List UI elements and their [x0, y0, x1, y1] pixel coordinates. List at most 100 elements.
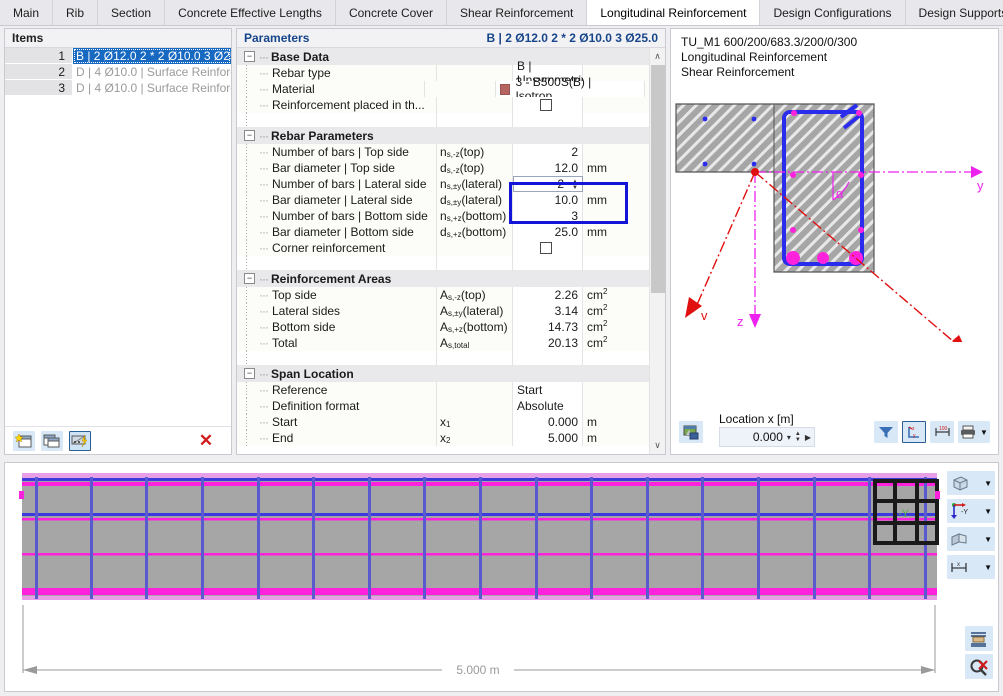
collapse-icon[interactable]: − — [244, 368, 255, 379]
tab-design-supports-deformations[interactable]: Design Supports & Def — [905, 0, 1003, 25]
row-area-total[interactable]: ··· Total As,total 20.13 cm 2 — [237, 335, 649, 351]
row-area-lateral[interactable]: ··· Lateral sides As,±y (lateral) 3.14 cm… — [237, 303, 649, 319]
render-settings-button[interactable] — [679, 421, 703, 443]
row-number-bars-bottom[interactable]: ··· Number of bars | Bottom side n s,+z (b… — [237, 208, 649, 224]
next-location-icon[interactable]: ▶ — [805, 433, 811, 442]
scrollbar-thumb[interactable] — [650, 65, 665, 293]
row-value[interactable]: Start — [513, 382, 583, 398]
parameters-scrollbar[interactable]: ∧ ∨ — [649, 48, 665, 454]
list-item[interactable]: 2 D | 4 Ø10.0 | Surface Reinforce — [5, 64, 231, 80]
row-value[interactable]: 2 — [513, 144, 583, 160]
dimension-line-icon: 100 — [934, 426, 950, 436]
row-bar-diameter-bottom[interactable]: ··· Bar diameter | Bottom side d s,+z (bot… — [237, 224, 649, 240]
list-item[interactable]: 1 B | 2 Ø12.0 2 * 2 Ø10.0 3 Ø25.0 — [5, 48, 231, 64]
collapse-icon[interactable]: − — [244, 51, 255, 62]
tab-main[interactable]: Main — [0, 0, 54, 25]
section-reinforcement-areas[interactable]: − ··· Reinforcement Areas — [237, 270, 649, 287]
svg-text:-Y: -Y — [961, 509, 968, 516]
row-reinforcement-placed-in-thickness[interactable]: ··· Reinforcement placed in th... — [237, 97, 649, 113]
row-corner-reinforcement[interactable]: ··· Corner reinforcement — [237, 240, 649, 256]
render-mode-button[interactable]: ▼ — [947, 527, 995, 551]
row-value[interactable] — [513, 97, 583, 113]
tab-concrete-cover[interactable]: Concrete Cover — [335, 0, 447, 25]
new-item-button[interactable] — [13, 430, 35, 451]
delete-item-button[interactable]: ✕ — [195, 431, 217, 451]
print-dropdown-caret[interactable]: ▼ — [980, 428, 988, 437]
row-material[interactable]: ··· Material 3 - B500S(B) | Isotrop... — [237, 75, 649, 103]
beam-view-panel[interactable]: -Y 5.000 m ▼ -Y ▼ ▼ x ▼ — [4, 462, 999, 692]
beam-3d-canvas[interactable]: -Y 5.000 m — [5, 463, 945, 691]
start-marker — [19, 491, 24, 499]
row-value[interactable]: 10.0 — [513, 192, 583, 208]
scroll-down-icon[interactable]: ∨ — [650, 437, 666, 454]
section-span-location[interactable]: − ··· Span Location — [237, 365, 649, 382]
dimensions-button[interactable]: 100 — [930, 421, 954, 443]
row-bar-diameter-lateral[interactable]: ··· Bar diameter | Lateral side d s,±y (la… — [237, 192, 649, 208]
tab-longitudinal-reinforcement[interactable]: Longitudinal Reinforcement — [587, 0, 761, 25]
list-item-number: 2 — [5, 64, 73, 80]
row-span-start[interactable]: ··· Start x1 0.000 m — [237, 414, 649, 430]
row-value[interactable]: 5.000 — [513, 430, 583, 446]
items-panel: Items 1 B | 2 Ø12.0 2 * 2 Ø10.0 3 Ø25.0 … — [4, 28, 232, 455]
row-area-bottom[interactable]: ··· Bottom side As,+z (bottom) 14.73 cm 2 — [237, 319, 649, 335]
dimension-mode-button[interactable]: x ▼ — [947, 555, 995, 579]
list-item[interactable]: 3 D | 4 Ø10.0 | Surface Reinforce — [5, 80, 231, 96]
dimension-label: 5.000 m — [456, 663, 499, 677]
row-value[interactable]: 25.0 — [513, 224, 583, 240]
axis-system-button[interactable]: -Y ▼ — [947, 499, 995, 523]
row-label: Material — [272, 82, 315, 96]
row-value[interactable]: 3 - B500S(B) | Isotrop... — [495, 75, 645, 103]
row-value[interactable] — [513, 240, 583, 256]
row-value[interactable]: 3 — [513, 208, 583, 224]
chevron-down-icon[interactable]: ▼ — [984, 563, 992, 572]
row-area-top[interactable]: ··· Top side As,-z (top) 2.26 cm 2 — [237, 287, 649, 303]
checkbox[interactable] — [539, 99, 552, 111]
preview-title-line1: TU_M1 600/200/683.3/200/0/300 — [681, 35, 858, 49]
row-symbol — [437, 240, 513, 256]
row-value[interactable]: 12.0 — [513, 160, 583, 176]
row-label: Start — [272, 415, 298, 429]
row-value[interactable]: Absolute — [513, 398, 583, 414]
scroll-up-icon[interactable]: ∧ — [650, 48, 666, 65]
chevron-down-icon[interactable]: ▼ — [984, 479, 992, 488]
cross-section-drawing[interactable]: y z v α — [671, 80, 998, 410]
tab-concrete-effective-lengths[interactable]: Concrete Effective Lengths — [165, 0, 336, 25]
zoom-reset-button[interactable] — [965, 654, 993, 679]
filter-button[interactable] — [874, 421, 898, 443]
chevron-down-icon[interactable]: ▼ — [984, 507, 992, 516]
checkbox[interactable] — [539, 242, 552, 254]
print-button[interactable]: ▼ — [958, 421, 990, 443]
local-axes-button[interactable]: z y — [902, 421, 926, 443]
section-rebar-parameters[interactable]: − ··· Rebar Parameters — [237, 127, 649, 144]
row-unit: cm 2 — [583, 335, 649, 351]
print-view-button[interactable] — [965, 626, 993, 651]
chevron-down-icon[interactable]: ▼ — [984, 535, 992, 544]
row-span-end[interactable]: ··· End x2 5.000 m — [237, 430, 649, 446]
row-unit — [583, 382, 649, 398]
row-label: Rebar type — [272, 66, 331, 80]
parameters-grid[interactable]: − ··· Base Data ··· Rebar type B | Unsymmet… — [237, 48, 649, 454]
stepper-arrows-icon[interactable]: ▲ ▼ — [572, 178, 578, 192]
row-bar-diameter-top[interactable]: ··· Bar diameter | Top side d s,-z (top) 1… — [237, 160, 649, 176]
row-number-bars-top[interactable]: ··· Number of bars | Top side n s,-z (top)… — [237, 144, 649, 160]
collapse-icon[interactable]: − — [244, 273, 255, 284]
number-bars-lateral-input[interactable]: 2 ▲ ▼ — [513, 176, 583, 192]
stepper-arrows-icon[interactable]: ▲ ▼ — [795, 430, 801, 444]
copy-item-button[interactable] — [41, 430, 63, 451]
scrollbar-track[interactable] — [650, 65, 666, 437]
row-number-bars-lateral[interactable]: ··· Number of bars | Lateral side n s,±y (… — [237, 176, 649, 192]
tab-rib[interactable]: Rib — [53, 0, 99, 25]
tab-shear-reinforcement[interactable]: Shear Reinforcement — [446, 0, 588, 25]
row-value[interactable]: 0.000 — [513, 414, 583, 430]
items-list[interactable]: 1 B | 2 Ø12.0 2 * 2 Ø10.0 3 Ø25.0 2 D | … — [5, 48, 231, 426]
edit-item-button[interactable] — [69, 430, 91, 451]
tab-design-configurations[interactable]: Design Configurations — [760, 0, 906, 25]
bottom-bar — [817, 252, 829, 264]
view-mode-button[interactable]: ▼ — [947, 471, 995, 495]
chevron-down-icon[interactable]: ▾ — [787, 433, 791, 442]
row-definition-format[interactable]: ··· Definition format Absolute — [237, 398, 649, 414]
location-x-input[interactable]: 0.000 ▾ ▲ ▼ ▶ — [719, 427, 815, 447]
tab-section[interactable]: Section — [98, 0, 166, 25]
row-reference[interactable]: ··· Reference Start — [237, 382, 649, 398]
collapse-icon[interactable]: − — [244, 130, 255, 141]
